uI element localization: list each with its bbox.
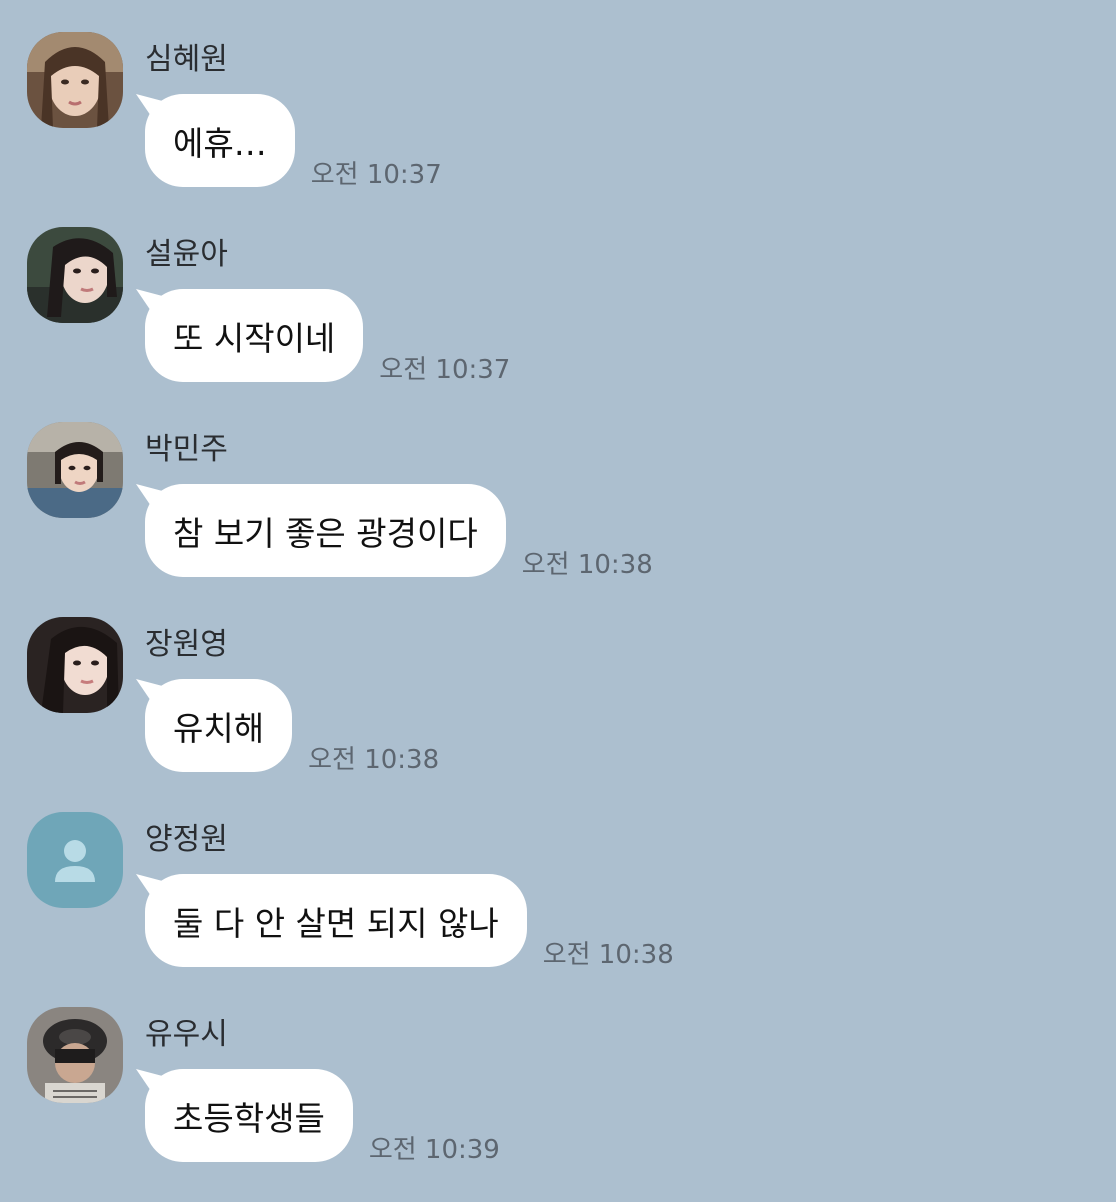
message-bubble[interactable]: 참 보기 좋은 광경이다 — [145, 484, 506, 577]
profile-photo — [27, 617, 123, 713]
message-time: 오전 10:38 — [542, 940, 674, 970]
message-bubble[interactable]: 유치해 — [145, 679, 293, 772]
message-time: 오전 10:37 — [379, 355, 511, 385]
sender-name: 심혜원 — [145, 42, 228, 77]
chat-message: 유우시 초등학생들 오전 10:39 — [0, 1007, 1116, 1202]
chat-message: 심혜원 에휴… 오전 10:37 — [0, 32, 1116, 227]
sender-name: 장원영 — [145, 627, 228, 662]
message-time: 오전 10:39 — [368, 1135, 500, 1165]
profile-avatar[interactable] — [27, 812, 123, 908]
message-bubble[interactable]: 초등학생들 — [145, 1069, 353, 1162]
message-bubble[interactable]: 둘 다 안 살면 되지 않나 — [145, 874, 527, 967]
sender-name: 박민주 — [145, 432, 228, 467]
default-profile-icon — [27, 812, 123, 908]
chat-message: 설윤아 또 시작이네 오전 10:37 — [0, 227, 1116, 422]
message-bubble[interactable]: 에휴… — [145, 94, 295, 187]
profile-photo — [27, 1007, 123, 1103]
profile-photo — [27, 422, 123, 518]
chat-message: 장원영 유치해 오전 10:38 — [0, 617, 1116, 812]
chat-message: 박민주 참 보기 좋은 광경이다 오전 10:38 — [0, 422, 1116, 617]
profile-photo — [27, 32, 123, 128]
message-row: 또 시작이네 오전 10:37 — [145, 289, 510, 385]
profile-avatar[interactable] — [27, 1007, 123, 1103]
profile-avatar[interactable] — [27, 422, 123, 518]
message-row: 둘 다 안 살면 되지 않나 오전 10:38 — [145, 874, 674, 970]
profile-avatar[interactable] — [27, 617, 123, 713]
profile-avatar[interactable] — [27, 32, 123, 128]
message-row: 참 보기 좋은 광경이다 오전 10:38 — [145, 484, 653, 580]
chat-message-list: 심혜원 에휴… 오전 10:37 설윤아 또 시작이네 오전 10:37 박민주… — [0, 0, 1116, 1200]
chat-message: 양정원 둘 다 안 살면 되지 않나 오전 10:38 — [0, 812, 1116, 1007]
message-bubble[interactable]: 또 시작이네 — [145, 289, 364, 382]
sender-name: 유우시 — [145, 1017, 228, 1052]
message-time: 오전 10:38 — [521, 550, 653, 580]
message-time: 오전 10:37 — [310, 160, 442, 190]
message-row: 초등학생들 오전 10:39 — [145, 1069, 500, 1165]
sender-name: 설윤아 — [145, 237, 228, 272]
message-row: 에휴… 오전 10:37 — [145, 94, 442, 190]
profile-avatar[interactable] — [27, 227, 123, 323]
sender-name: 양정원 — [145, 822, 228, 857]
message-time: 오전 10:38 — [308, 745, 440, 775]
profile-photo — [27, 227, 123, 323]
message-row: 유치해 오전 10:38 — [145, 679, 439, 775]
